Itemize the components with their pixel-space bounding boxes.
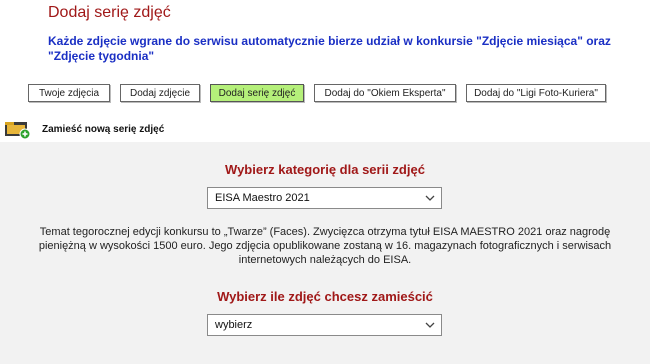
- tab-twoje-zdjecia[interactable]: Twoje zdjęcia: [28, 84, 110, 102]
- tab-dodaj-serie-zdjec[interactable]: Dodaj serię zdjęć: [210, 84, 304, 102]
- chevron-down-icon: [425, 195, 435, 201]
- chevron-down-icon: [425, 322, 435, 328]
- count-title: Wybierz ile zdjęć chcesz zamieścić: [217, 289, 433, 304]
- tab-ligi-foto-kuriera[interactable]: Dodaj do "Ligi Foto-Kuriera": [466, 84, 606, 102]
- section-header-label: Zamieść nową serię zdjęć: [42, 124, 165, 135]
- tab-dodaj-zdjecie[interactable]: Dodaj zdjęcie: [120, 84, 200, 102]
- folder-add-icon: [5, 122, 31, 140]
- section-header: Zamieść nową serię zdjęć: [0, 116, 650, 142]
- category-description: Temat tegorocznej edycji konkursu to „Tw…: [38, 226, 612, 266]
- page-title: Dodaj serię zdjęć: [48, 4, 171, 21]
- intro-text: Każde zdjęcie wgrane do serwisu automaty…: [48, 34, 611, 63]
- category-select[interactable]: EISA Maestro 2021: [207, 187, 442, 209]
- tab-okiem-eksperta[interactable]: Dodaj do "Okiem Eksperta": [314, 84, 456, 102]
- count-select-value: wybierz: [215, 319, 253, 331]
- count-select[interactable]: wybierz: [207, 314, 442, 336]
- category-select-value: EISA Maestro 2021: [215, 192, 310, 204]
- category-title: Wybierz kategorię dla serii zdjęć: [225, 162, 425, 177]
- tab-bar: Twoje zdjęcia Dodaj zdjęcie Dodaj serię …: [0, 84, 650, 104]
- form-content: Wybierz kategorię dla serii zdjęć EISA M…: [0, 142, 650, 364]
